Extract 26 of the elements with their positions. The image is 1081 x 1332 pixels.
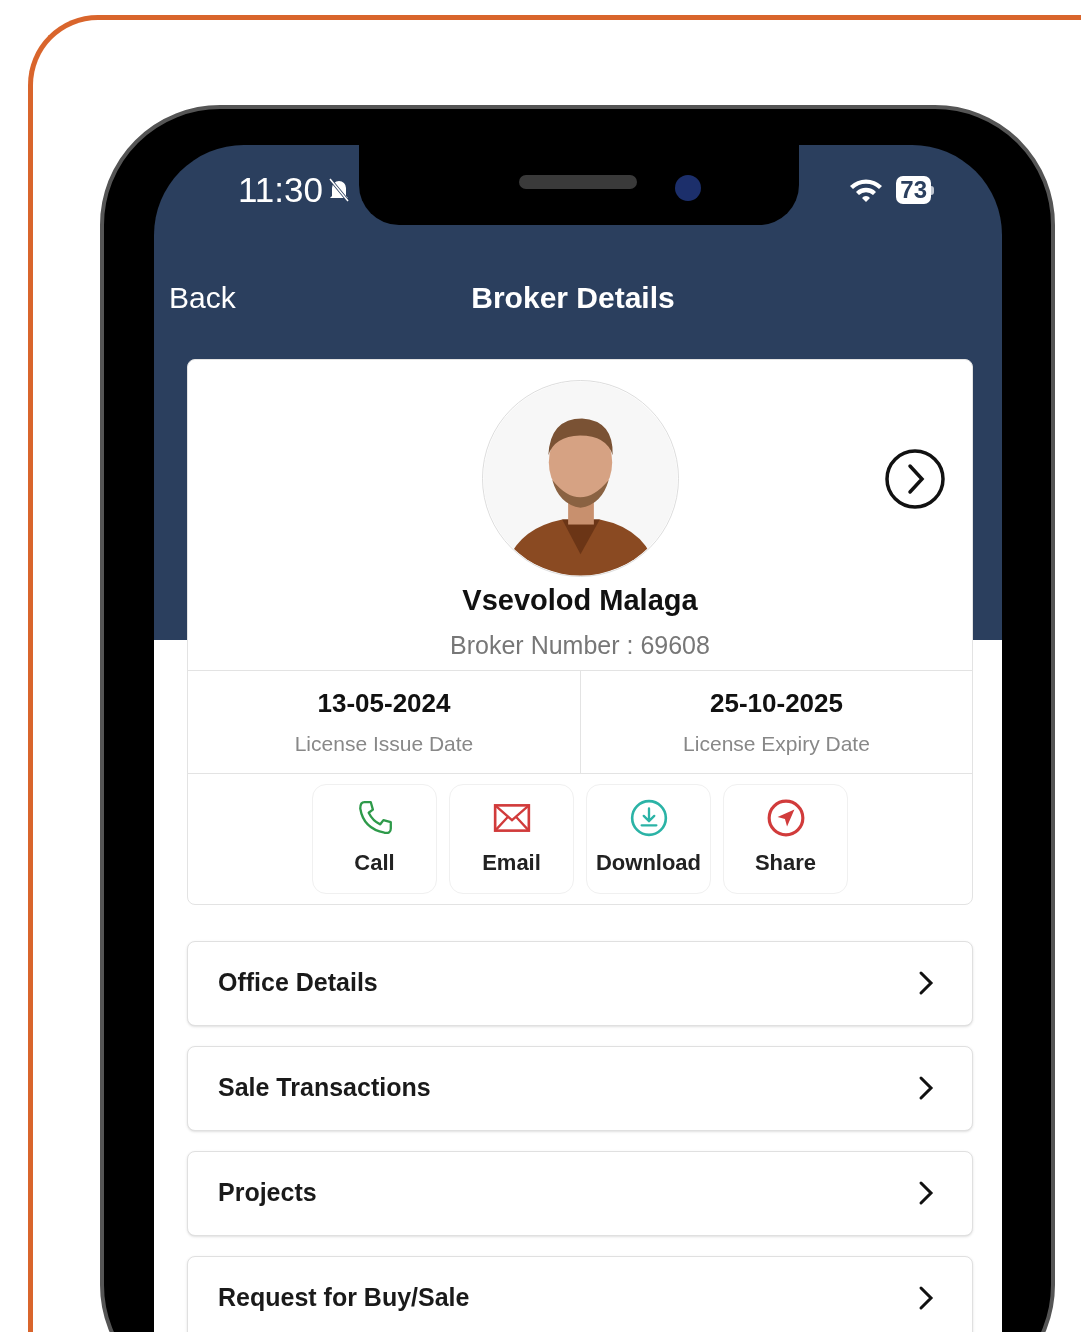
status-time: 11:30 [238, 168, 323, 211]
download-button[interactable]: Download [586, 783, 711, 894]
call-button[interactable]: Call [312, 783, 437, 894]
date-value: 25-10-2025 [710, 687, 843, 720]
menu-item[interactable]: Request for Buy/Sale [187, 1255, 973, 1332]
send-icon [765, 798, 806, 838]
share-button[interactable]: Share [723, 783, 848, 894]
chevron-right-icon [918, 1285, 934, 1311]
menu-item[interactable]: Office Details [187, 940, 973, 1026]
date-value: 13-05-2024 [317, 687, 451, 720]
menu-item[interactable]: Sale Transactions [187, 1045, 973, 1131]
battery-indicator: 73 [896, 176, 934, 204]
screen-title: Broker Details [471, 279, 675, 316]
menu-item[interactable]: Projects [187, 1150, 973, 1236]
email-button[interactable]: Email [449, 783, 574, 894]
date-label: License Expiry Date [683, 731, 870, 757]
bell-muted-icon [327, 176, 351, 204]
chevron-right-icon [918, 1180, 934, 1206]
chevron-right-icon [918, 970, 934, 996]
download-icon [628, 798, 669, 838]
broker-number: Broker Number : 69608 [449, 629, 711, 661]
date-label: License Issue Date [294, 731, 474, 757]
chevron-right-icon [918, 1075, 934, 1101]
chevron-circle-icon[interactable] [884, 448, 946, 510]
back-link[interactable]: Back [169, 274, 236, 320]
broker-name: Vsevolod Malaga [461, 583, 699, 618]
